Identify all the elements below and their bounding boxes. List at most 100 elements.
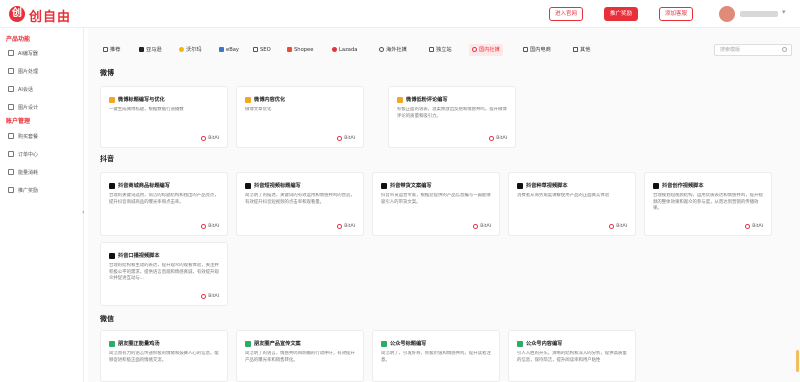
sidebar-item-label: 图片处理 — [18, 68, 39, 75]
bitai-icon — [489, 136, 495, 141]
search-icon — [782, 47, 787, 52]
search-input[interactable]: 搜索模版 — [714, 44, 792, 56]
category-title-douyin: 抖音 — [100, 155, 114, 163]
sidebar-item-orders[interactable]: 订单中心 — [8, 150, 38, 158]
tab-overseas-social[interactable]: 海外社媒 — [376, 44, 410, 56]
card-description: 合理的结构和生动的表达，提升观众的观看体验，关注并积极公平的需求，提供语言直观和… — [109, 263, 219, 282]
card-brand: BitAI — [473, 224, 491, 229]
sidebar-item-image-design[interactable]: 图片设计 — [8, 103, 38, 111]
template-card[interactable]: 朋友圈产品宣传文案 简洁明了的语言，情感共鸣和明确的行动呼吁，有效提升产品的曝光… — [236, 330, 364, 382]
card-description: 抖音带货运营专家，根据您提供的产品信息编写一篇能够吸引人的带货文案。 — [381, 193, 491, 205]
tab-label: 海外社媒 — [386, 47, 407, 53]
logo-icon: 创 — [9, 6, 25, 22]
card-description: 合理的关键词选用，简洁的标题结构和独出的产品亮点，提升抖音商城商品的曝光率和点击… — [109, 193, 219, 205]
tab-lazada[interactable]: Lazada — [329, 44, 360, 56]
sidebar-item-image-process[interactable]: 图片处理 — [8, 67, 38, 75]
username-placeholder[interactable] — [740, 11, 778, 17]
weibo-icon — [397, 96, 403, 103]
template-card[interactable]: 抖音种草视频脚本 消费者从商务角度讲解使用产品的正面真实体验 BitAI — [508, 172, 636, 236]
tab-domestic-social[interactable]: 国内社媒 — [469, 44, 503, 56]
sidebar-item-buy-plan[interactable]: 购买套餐 — [8, 132, 38, 140]
wand-icon — [8, 50, 14, 56]
tab-label: eBay — [226, 47, 239, 53]
scrollbar-thumb[interactable] — [796, 350, 799, 372]
tab-label: 其他 — [580, 47, 591, 53]
brand-label: BitAI — [752, 224, 763, 229]
official-site-button[interactable]: 进入官网 — [549, 7, 584, 21]
card-title: 抖音口播视频脚本 — [118, 253, 160, 259]
walmart-icon — [179, 46, 184, 52]
wechat-icon — [517, 340, 523, 347]
tab-label: 亚马逊 — [146, 47, 162, 53]
avatar[interactable] — [719, 6, 735, 22]
wechat-icon — [109, 340, 115, 347]
tab-domestic-ecommerce[interactable]: 国内电商 — [520, 44, 554, 56]
tab-ebay[interactable]: eBay — [216, 44, 242, 56]
ebay-icon — [219, 46, 224, 52]
tab-other[interactable]: 其他 — [570, 44, 593, 56]
template-card[interactable]: 微博标题编写与优化 一键生成微博标题，根据数据行道播数 BitAI — [100, 86, 228, 148]
sidebar-item-ai-writer[interactable]: AI编写器 — [8, 49, 38, 57]
tab-shopee[interactable]: Shopee — [284, 44, 316, 56]
design-icon — [8, 104, 14, 110]
collapse-sidebar-icon[interactable]: ‹ — [82, 208, 87, 218]
card-description: 简洁明了的描述，关键词的有效运用和情感共鸣的营造，有效提升抖音短视频的点击率和观… — [245, 193, 355, 205]
target-icon — [472, 46, 477, 52]
category-tabs: 推荐 亚马逊 沃尔玛 eBay SEO Shopee Lazada 海外社媒 独… — [88, 28, 800, 56]
sidebar-item-label: 能量消耗 — [18, 169, 39, 176]
card-title: 朋友圈正能量鸡汤 — [118, 341, 160, 347]
bitai-icon — [201, 224, 207, 229]
sidebar-section-title: 产品功能 — [6, 36, 31, 43]
template-card[interactable]: 公众号标题编写 简洁明了，引发好奇，积极价值和情感共鸣，提升读者注意。 — [372, 330, 500, 382]
sidebar-section-title: 账户管理 — [6, 118, 31, 125]
card-brand: BitAI — [337, 136, 355, 141]
card-title: 抖音种草视频脚本 — [526, 183, 568, 189]
sidebar-item-ai-chat[interactable]: AI会话 — [8, 85, 33, 93]
store-icon — [429, 46, 434, 52]
template-card[interactable]: 抖音短视频标题编写 简洁明了的描述，关键词的有效运用和情感共鸣的营造，有效提升抖… — [236, 172, 364, 236]
wechat-icon — [245, 340, 251, 347]
referral-reward-button[interactable]: 推广奖励 — [604, 7, 639, 21]
douyin-icon — [517, 182, 523, 189]
chevron-down-icon[interactable]: ▾ — [782, 8, 786, 16]
tab-standalone-site[interactable]: 独立站 — [426, 44, 455, 56]
sidebar-item-label: 订单中心 — [18, 151, 39, 158]
template-card[interactable]: 微博低粉评论编写 积极正面的语表，温柔释放出反感和情感共鸣，提升微博评论的质量和… — [388, 86, 516, 148]
tab-seo[interactable]: SEO — [250, 44, 274, 56]
card-brand: BitAI — [201, 224, 219, 229]
tab-label: 独立站 — [436, 47, 452, 53]
template-card[interactable]: 抖音商城商品标题编写 合理的关键词选用，简洁的标题结构和独出的产品亮点，提升抖音… — [100, 172, 228, 236]
card-description: 合理规划短视频结构，运用优质表达和情感共鸣，提升视频的整体效果和观众的参与度，从… — [653, 193, 763, 212]
template-card[interactable]: 微博内容优化 微博文章优化 BitAI — [236, 86, 364, 148]
sidebar-item-label: 购买套餐 — [18, 133, 39, 140]
sidebar: 产品功能 AI编写器 图片处理 AI会话 图片设计 账户管理 购买套餐 订单中心… — [0, 28, 84, 382]
tab-walmart[interactable]: 沃尔玛 — [176, 44, 205, 56]
card-brand: BitAI — [201, 136, 219, 141]
tab-recommend[interactable]: 推荐 — [100, 44, 123, 56]
cart-icon — [8, 133, 14, 139]
globe-icon — [379, 46, 384, 52]
template-card[interactable]: 朋友圈正能量鸡汤 简洁而有力的语言传递积极的情绪和鼓舞人心的信息，能够促进积极正… — [100, 330, 228, 382]
weibo-icon — [109, 96, 115, 103]
template-card[interactable]: 抖音带货文案编写 抖音带货运营专家，根据您提供的产品信息编写一篇能够吸引人的带货… — [372, 172, 500, 236]
card-description: 引人入胜的开头，清晰的结构和深入的分析，提供高质量的信息，保持简洁，提升阅读率和… — [517, 351, 627, 363]
tab-amazon[interactable]: 亚马逊 — [136, 44, 165, 56]
card-description: 一键生成微博标题，根据数据行道播数 — [109, 107, 184, 112]
tab-label: Lazada — [339, 47, 358, 53]
brand-label: BitAI — [344, 224, 355, 229]
template-card[interactable]: 抖音创作视频脚本 合理规划短视频结构，运用优质表达和情感共鸣，提升视频的整体效果… — [644, 172, 772, 236]
sidebar-item-energy[interactable]: 能量消耗 — [8, 168, 38, 176]
sidebar-item-referral[interactable]: 推广奖励 — [8, 186, 38, 194]
search-placeholder: 搜索模版 — [720, 47, 741, 53]
tab-label: 国内电商 — [530, 47, 551, 53]
chat-icon — [8, 86, 14, 92]
card-description: 消费者从商务角度讲解使用产品的正面真实体验 — [517, 193, 610, 198]
category-title-weixin: 微信 — [100, 315, 114, 323]
category-title-weibo: 微博 — [100, 69, 114, 77]
card-title: 公众号内容编写 — [526, 341, 563, 347]
template-card[interactable]: 公众号内容编写 引人入胜的开头，清晰的结构和深入的分析，提供高质量的信息，保持简… — [508, 330, 636, 382]
tab-label: SEO — [260, 47, 271, 53]
template-card[interactable]: 抖音口播视频脚本 合理的结构和生动的表达，提升观众的观看体验，关注并积极公平的需… — [100, 242, 228, 306]
bitai-icon — [201, 136, 207, 141]
add-support-button[interactable]: 添加客服 — [659, 7, 694, 21]
